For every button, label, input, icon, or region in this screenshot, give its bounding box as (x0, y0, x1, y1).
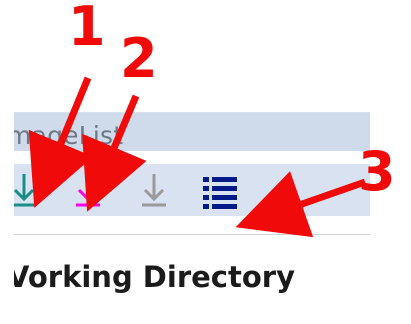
list-icon (203, 177, 237, 209)
panel-title-text: mageList (14, 121, 124, 150)
panel-title: mageList (14, 121, 370, 151)
section-title: Vorking Directory (14, 247, 370, 307)
panel-header: mageList (14, 112, 370, 151)
callout-number-1: 1 (68, 0, 106, 58)
toolbar (14, 164, 370, 216)
list-button[interactable] (197, 164, 241, 216)
download-magenta-icon (76, 174, 100, 207)
download-gray-button[interactable] (132, 164, 176, 216)
download-gray-icon (142, 174, 166, 207)
callout-number-3: 3 (358, 140, 396, 203)
download-teal-icon (14, 174, 36, 207)
download-magenta-button[interactable] (66, 164, 110, 216)
callout-number-2: 2 (120, 27, 158, 90)
section-title-text: Vorking Directory (14, 260, 295, 294)
divider (14, 234, 370, 235)
screenshot-crop: mageList Vorking Directory (14, 112, 370, 324)
download-teal-button[interactable] (14, 164, 46, 216)
